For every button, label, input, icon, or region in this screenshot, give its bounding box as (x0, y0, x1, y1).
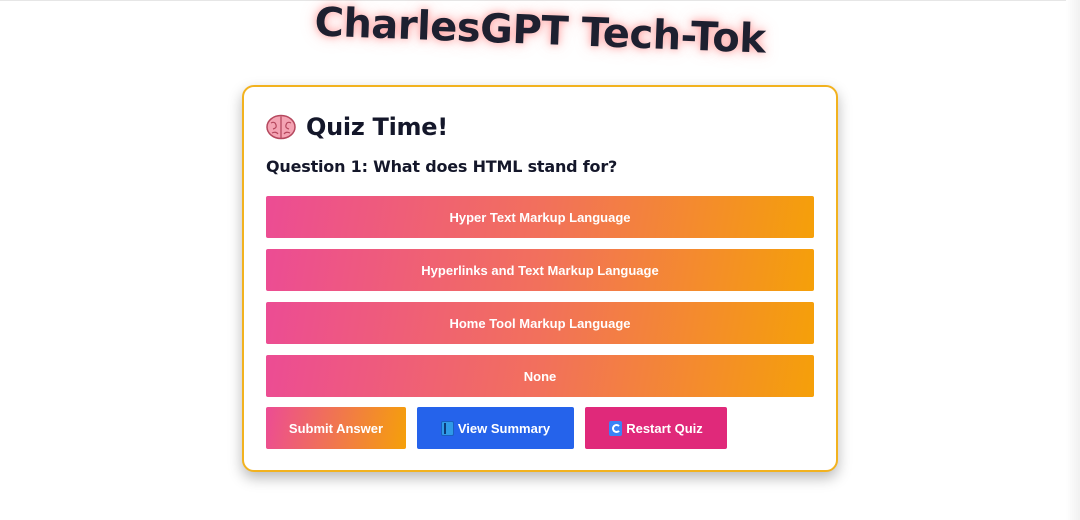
answer-option[interactable]: Hyperlinks and Text Markup Language (266, 249, 814, 291)
view-summary-button[interactable]: View Summary (417, 407, 574, 449)
quiz-card: Quiz Time! Question 1: What does HTML st… (242, 85, 838, 472)
scroll-edge (1066, 0, 1080, 520)
quiz-actions: Submit Answer View Summary Restart Quiz (266, 407, 727, 449)
answer-option[interactable]: Hyper Text Markup Language (266, 196, 814, 238)
refresh-icon (609, 420, 623, 436)
site-title: CharlesGPT Tech-Tok (313, 0, 767, 63)
answer-option[interactable]: None (266, 355, 814, 397)
submit-answer-label: Submit Answer (288, 420, 384, 436)
brain-icon (266, 114, 296, 140)
answer-options: Hyper Text Markup Language Hyperlinks an… (266, 196, 814, 397)
answer-option[interactable]: Home Tool Markup Language (266, 302, 814, 344)
book-icon (440, 420, 454, 436)
submit-answer-button[interactable]: Submit Answer (266, 407, 406, 449)
quiz-title: Quiz Time! (306, 113, 448, 141)
quiz-header: Quiz Time! (266, 109, 814, 145)
restart-quiz-label: Restart Quiz (626, 420, 703, 436)
restart-quiz-button[interactable]: Restart Quiz (585, 407, 727, 449)
view-summary-label: View Summary (457, 420, 551, 436)
question-text: Question 1: What does HTML stand for? (266, 157, 618, 176)
